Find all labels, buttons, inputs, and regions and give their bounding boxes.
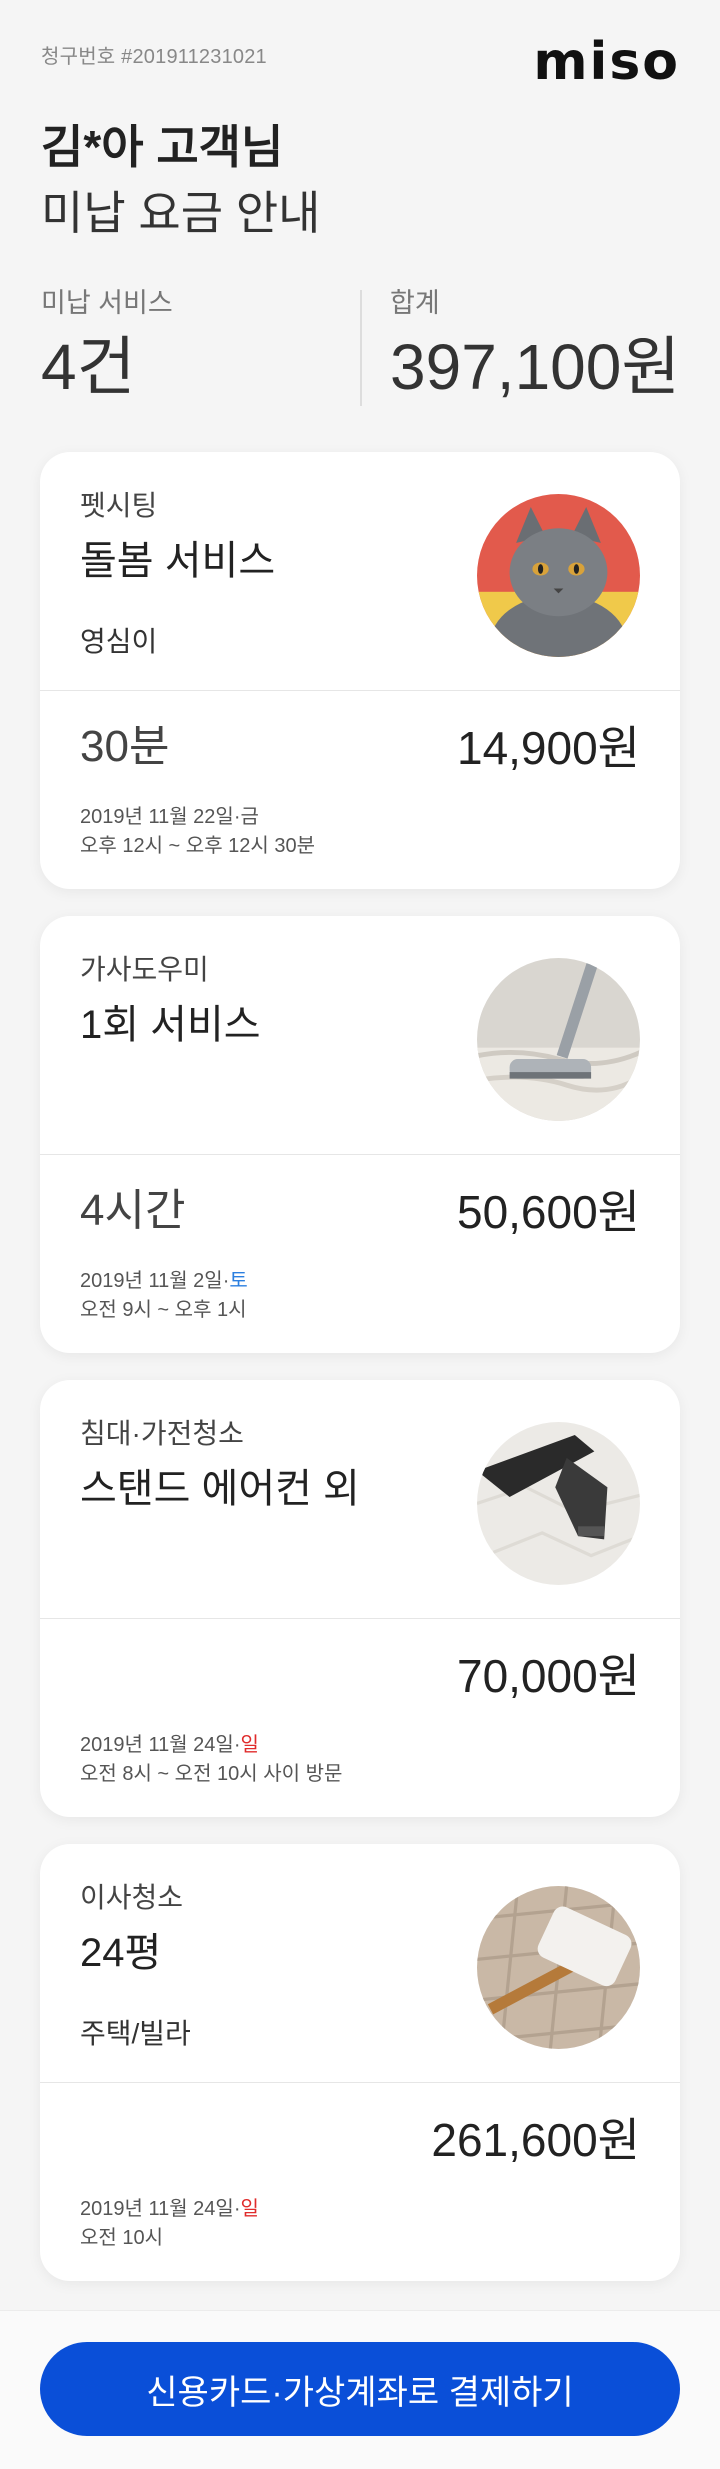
service-time: 오전 10시 xyxy=(80,2227,164,2249)
service-subtitle: 주택/빌라 xyxy=(80,2018,191,2049)
service-date-text: 2019년 11월 24일· xyxy=(80,1734,241,1756)
summary-divider xyxy=(360,290,362,406)
service-price: 14,900원 xyxy=(456,722,640,774)
service-category: 이사청소 xyxy=(80,1882,184,1913)
service-date: 2019년 11월 2일·토 xyxy=(80,1271,248,1291)
service-price: 70,000원 xyxy=(456,1650,640,1702)
service-title: 돌봄 서비스 xyxy=(80,539,276,583)
service-time: 오전 8시 ~ 오전 10시 사이 방문 xyxy=(80,1763,343,1785)
miso-logo: miso xyxy=(533,32,680,92)
service-day: 일 xyxy=(240,1734,259,1756)
service-subtitle: 영심이 xyxy=(80,626,158,657)
service-date: 2019년 11월 22일·금 xyxy=(80,807,259,827)
page-title: 미납 요금 안내 xyxy=(41,187,321,239)
total-label: 합계 xyxy=(390,288,440,318)
mop-photo-icon xyxy=(477,1886,640,2049)
service-title: 스탠드 에어컨 외 xyxy=(80,1467,360,1511)
card-divider xyxy=(40,1154,680,1155)
service-day: 토 xyxy=(229,1270,248,1292)
service-day: 일 xyxy=(240,2198,259,2220)
service-category: 가사도우미 xyxy=(80,954,209,985)
cat-photo-icon xyxy=(477,494,640,657)
service-time: 오전 9시 ~ 오후 1시 xyxy=(80,1299,247,1321)
service-price: 261,600원 xyxy=(431,2114,640,2166)
unpaid-services-label: 미납 서비스 xyxy=(41,288,173,318)
total-amount: 397,100원 xyxy=(390,331,681,403)
service-time: 오후 12시 ~ 오후 12시 30분 xyxy=(80,835,316,857)
unpaid-services-count: 4건 xyxy=(41,331,136,403)
invoice-number: 청구번호 #201911231021 xyxy=(41,46,267,68)
service-date-text: 2019년 11월 2일· xyxy=(80,1270,230,1292)
card-divider xyxy=(40,690,680,691)
service-price: 50,600원 xyxy=(456,1186,640,1238)
service-day: 금 xyxy=(240,806,259,828)
service-category: 침대·가전청소 xyxy=(80,1418,244,1449)
service-date: 2019년 11월 24일·일 xyxy=(80,2199,259,2219)
vacuum-photo-icon xyxy=(477,958,640,1121)
service-title: 1회 서비스 xyxy=(80,1003,261,1047)
service-date-text: 2019년 11월 24일· xyxy=(80,2198,241,2220)
service-card-move-cleaning[interactable]: 이사청소 24평 주택/빌라 261,600원 2019년 11월 24일·일 … xyxy=(40,1844,680,2281)
customer-name: 김*아 고객님 xyxy=(41,121,284,173)
mattress-cleaner-photo-icon xyxy=(477,1422,640,1585)
service-card-appliance-cleaning[interactable]: 침대·가전청소 스탠드 에어컨 외 70,000원 2019년 11월 24일·… xyxy=(40,1380,680,1817)
service-title: 24평 xyxy=(80,1931,162,1975)
service-duration: 30분 xyxy=(80,722,170,771)
service-card-housekeeping[interactable]: 가사도우미 1회 서비스 4시간 50,600원 2019년 11월 2일·토 … xyxy=(40,916,680,1353)
card-divider xyxy=(40,2082,680,2083)
pay-button[interactable]: 신용카드·가상계좌로 결제하기 xyxy=(40,2342,680,2436)
card-divider xyxy=(40,1618,680,1619)
service-duration: 4시간 xyxy=(80,1186,186,1235)
service-card-pet-sitting[interactable]: 펫시팅 돌봄 서비스 영심이 30분 14,900원 2019년 11월 22일… xyxy=(40,452,680,889)
service-date-text: 2019년 11월 22일· xyxy=(80,806,241,828)
service-date: 2019년 11월 24일·일 xyxy=(80,1735,259,1755)
service-category: 펫시팅 xyxy=(80,490,158,521)
